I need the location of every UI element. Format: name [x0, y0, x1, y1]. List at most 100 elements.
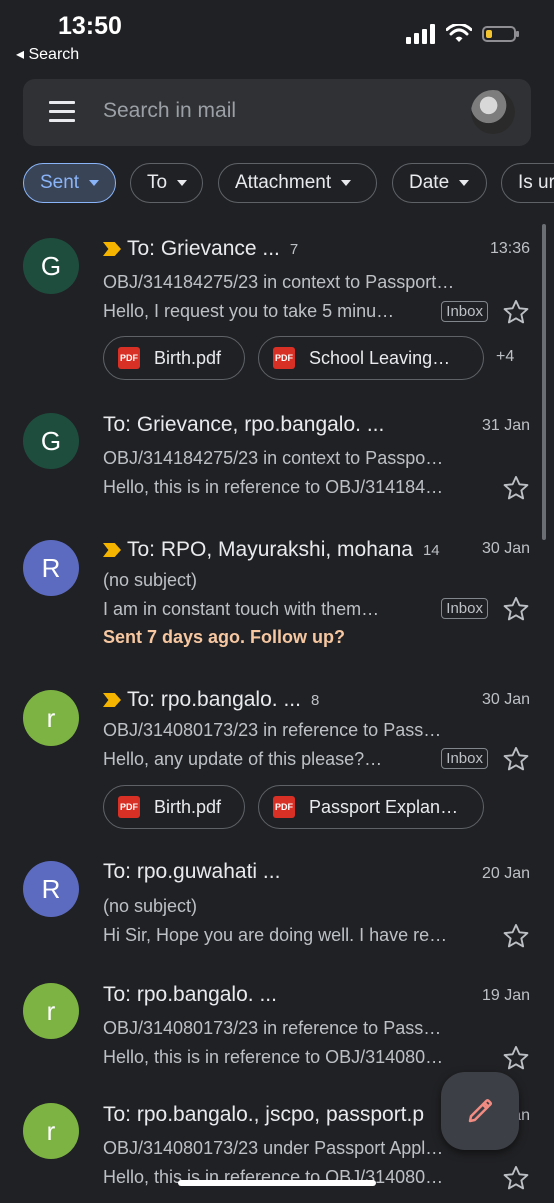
search-bar[interactable]: Search in mail [23, 79, 531, 146]
chevron-down-icon [459, 180, 470, 186]
sender-avatar[interactable]: r [23, 983, 79, 1039]
recipients-text: To: rpo.bangalo. ... [103, 983, 277, 1006]
pdf-icon: PDF [273, 796, 295, 818]
email-row[interactable]: R To: rpo.guwahati ... 20 Jan (no subjec… [0, 860, 554, 970]
filter-chips: Sent To Attachment Date Is ur [23, 163, 554, 205]
star-icon[interactable] [502, 595, 530, 623]
pdf-icon: PDF [273, 347, 295, 369]
thread-count: 8 [310, 691, 320, 709]
home-indicator[interactable] [178, 1180, 376, 1186]
recipients-text: To: rpo.bangalo. ... [127, 688, 301, 711]
thread-count: 14 [422, 541, 440, 559]
chip-to[interactable]: To [130, 163, 203, 203]
email-row[interactable]: G To: Grievance, rpo.bangalo. ... 31 Jan… [0, 397, 554, 507]
sender-avatar[interactable]: R [23, 540, 79, 596]
email-date: 31 Jan [481, 417, 530, 434]
email-recipients: To: Grievance ... 7 [103, 237, 298, 261]
recipients-text: To: Grievance ... [127, 237, 280, 260]
email-subject: OBJ/314080173/23 in reference to Pass… [103, 720, 442, 740]
hamburger-menu-icon[interactable] [49, 101, 75, 123]
avatar-letter: R [41, 873, 61, 904]
email-recipients: To: rpo.guwahati ... [103, 860, 280, 884]
pdf-icon: PDF [118, 796, 140, 818]
chip-attachment[interactable]: Attachment [218, 163, 377, 203]
email-recipients: To: rpo.bangalo., jscpo, passport.p [103, 1103, 424, 1127]
attachment-name: Passport Explan… [309, 796, 459, 817]
back-to-search-link[interactable]: ◂ Search [16, 44, 79, 64]
star-icon[interactable] [502, 922, 530, 950]
pencil-icon [468, 1099, 492, 1123]
email-recipients: To: RPO, Mayurakshi, mohana 14 [103, 538, 440, 562]
avatar-letter: R [41, 552, 61, 583]
email-date: 19 Jan [481, 987, 530, 1004]
email-subject: OBJ/314184275/23 in context to Passport… [103, 272, 455, 292]
email-snippet: I am in constant touch with them… [103, 599, 380, 619]
email-snippet: Hello, this is in reference to OBJ/31418… [103, 477, 444, 497]
attachment-chip[interactable]: PDF Birth.pdf [103, 336, 245, 380]
signal-icon [406, 24, 435, 44]
sender-avatar[interactable]: R [23, 861, 79, 917]
sender-avatar[interactable]: r [23, 1103, 79, 1159]
email-row[interactable]: r To: rpo.bangalo. ... 8 30 Jan OBJ/3140… [0, 674, 554, 854]
email-date: 20 Jan [481, 865, 530, 882]
inbox-label-badge: Inbox [441, 301, 488, 322]
email-row[interactable]: G To: Grievance ... 7 13:36 OBJ/31418427… [0, 222, 554, 392]
more-attachments-count[interactable]: +4 [496, 348, 514, 366]
battery-icon [482, 26, 519, 42]
avatar-letter: G [40, 250, 62, 281]
follow-up-nudge[interactable]: Sent 7 days ago. Follow up? [103, 627, 345, 648]
email-snippet: Hello, any update of this please?… [103, 749, 383, 769]
sender-avatar[interactable]: G [23, 413, 79, 469]
thread-count: 7 [289, 240, 299, 258]
chip-is-unread[interactable]: Is ur [501, 163, 554, 203]
chevron-down-icon [341, 180, 352, 186]
chevron-down-icon [89, 180, 100, 186]
email-recipients: To: rpo.bangalo. ... [103, 983, 277, 1007]
email-recipients: To: rpo.bangalo. ... 8 [103, 688, 319, 712]
email-subject: (no subject) [103, 570, 198, 590]
attachment-chip[interactable]: PDF Birth.pdf [103, 785, 245, 829]
importance-marker-icon[interactable] [103, 543, 121, 557]
search-input[interactable]: Search in mail [103, 99, 236, 123]
chip-sent[interactable]: Sent [23, 163, 116, 203]
attachment-chip[interactable]: PDF School Leaving… [258, 336, 484, 380]
email-subject: OBJ/314184275/23 in context to Passpo… [103, 448, 444, 468]
inbox-label-badge: Inbox [441, 748, 488, 769]
avatar-letter: G [40, 425, 62, 456]
chip-to-label: To [147, 172, 168, 193]
star-icon[interactable] [502, 1044, 530, 1072]
status-icons [406, 24, 519, 44]
attachment-name: School Leaving… [309, 347, 451, 368]
importance-marker-icon[interactable] [103, 693, 121, 707]
chip-is-unread-label: Is ur [518, 172, 554, 193]
chevron-down-icon [177, 180, 188, 186]
pdf-icon: PDF [118, 347, 140, 369]
email-date: 30 Jan [481, 691, 530, 708]
email-date: 30 Jan [481, 540, 530, 557]
star-icon[interactable] [502, 745, 530, 773]
scrollbar[interactable] [542, 224, 546, 540]
email-recipients: To: Grievance, rpo.bangalo. ... [103, 413, 384, 437]
star-icon[interactable] [502, 474, 530, 502]
email-subject: OBJ/314080173/23 under Passport Appl… [103, 1138, 444, 1158]
star-icon[interactable] [502, 298, 530, 326]
star-icon[interactable] [502, 1164, 530, 1192]
avatar-letter: r [46, 702, 56, 733]
email-date: 13:36 [489, 240, 530, 257]
attachment-chip[interactable]: PDF Passport Explan… [258, 785, 484, 829]
wifi-icon [446, 24, 472, 42]
inbox-label-badge: Inbox [441, 598, 488, 619]
attachment-name: Birth.pdf [154, 796, 222, 817]
account-avatar[interactable] [471, 90, 515, 134]
sender-avatar[interactable]: G [23, 238, 79, 294]
email-snippet: Hi Sir, Hope you are doing well. I have … [103, 925, 448, 945]
email-subject: OBJ/314080173/23 in reference to Pass… [103, 1018, 442, 1038]
email-row[interactable]: R To: RPO, Mayurakshi, mohana 14 30 Jan … [0, 524, 554, 664]
recipients-text: To: rpo.bangalo., jscpo, passport.p [103, 1103, 425, 1126]
compose-button[interactable] [441, 1072, 519, 1150]
recipients-text: To: Grievance, rpo.bangalo. ... [103, 413, 385, 436]
chip-date[interactable]: Date [392, 163, 487, 203]
importance-marker-icon[interactable] [103, 242, 121, 256]
recipients-text: To: rpo.guwahati ... [103, 860, 281, 883]
sender-avatar[interactable]: r [23, 690, 79, 746]
